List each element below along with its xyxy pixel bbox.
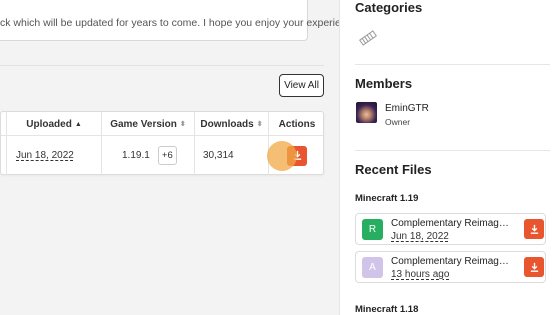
column-header-uploaded[interactable]: Uploaded ▲ bbox=[6, 112, 101, 136]
column-header-downloads[interactable]: Downloads ⬍ bbox=[194, 112, 268, 136]
recent-files-title: Recent Files bbox=[355, 162, 432, 177]
file-name[interactable]: Complementary Reimagined bbox=[391, 256, 511, 267]
members-title: Members bbox=[355, 76, 413, 91]
sort-icon: ⬍ bbox=[256, 121, 263, 128]
sidebar-divider bbox=[355, 64, 550, 65]
sort-asc-icon: ▲ bbox=[74, 120, 82, 128]
description-text: ck which will be updated for years to co… bbox=[0, 17, 361, 29]
uploaded-cell: Jun 18, 2022 bbox=[6, 136, 101, 175]
downloads-cell: 30,314 bbox=[194, 136, 268, 175]
member-role: Owner bbox=[385, 117, 411, 127]
recent-file-card[interactable]: R Complementary Reimagined Jun 18, 2022 bbox=[355, 213, 546, 245]
table-header: Uploaded ▲ Game Version ⬍ Downloads ⬍ Ac… bbox=[1, 112, 323, 136]
sort-icon: ⬍ bbox=[179, 121, 186, 128]
file-date: 13 hours ago bbox=[391, 269, 450, 280]
version-group-title: Minecraft 1.18 bbox=[355, 304, 419, 315]
download-icon bbox=[530, 224, 538, 234]
sidebar-divider bbox=[355, 150, 550, 151]
section-divider bbox=[0, 65, 324, 66]
download-icon bbox=[293, 150, 301, 160]
column-header-actions: Actions bbox=[268, 112, 325, 136]
column-header-game-version[interactable]: Game Version ⬍ bbox=[101, 112, 194, 136]
download-button[interactable] bbox=[524, 257, 544, 277]
download-button[interactable] bbox=[524, 219, 544, 239]
file-name[interactable]: Complementary Reimagined bbox=[391, 218, 511, 229]
version-group-title: Minecraft 1.19 bbox=[355, 193, 419, 204]
member-name[interactable]: EminGTR bbox=[385, 103, 429, 114]
game-version: 1.19.1 bbox=[122, 150, 150, 161]
files-table: Uploaded ▲ Game Version ⬍ Downloads ⬍ Ac… bbox=[0, 111, 324, 175]
game-version-cell: 1.19.1 +6 bbox=[101, 136, 194, 175]
view-all-button[interactable]: View All bbox=[279, 74, 324, 97]
sidebar: Categories Members EminGTR Owner Recent … bbox=[339, 0, 560, 315]
member-avatar[interactable] bbox=[356, 102, 377, 123]
actions-cell bbox=[268, 136, 325, 175]
more-versions-badge[interactable]: +6 bbox=[157, 146, 177, 165]
categories-title: Categories bbox=[355, 0, 423, 15]
download-count: 30,314 bbox=[203, 150, 234, 161]
recent-file-card[interactable]: A Complementary Reimagined 13 hours ago bbox=[355, 251, 546, 283]
uploaded-date[interactable]: Jun 18, 2022 bbox=[16, 150, 74, 161]
alpha-badge: A bbox=[362, 257, 383, 278]
shader-category-icon[interactable] bbox=[357, 27, 379, 49]
release-badge: R bbox=[362, 219, 383, 240]
download-icon bbox=[530, 262, 538, 272]
download-button[interactable] bbox=[287, 145, 307, 166]
file-date: Jun 18, 2022 bbox=[391, 231, 449, 242]
